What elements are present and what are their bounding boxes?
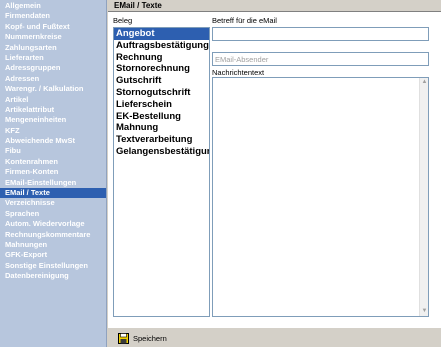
beleg-list-item[interactable]: Rechnung [114, 52, 209, 64]
sidebar-item[interactable]: Zahlungsarten [0, 43, 106, 53]
sidebar-item[interactable]: Abweichende MwSt [0, 136, 106, 146]
betreff-label: Betreff für die eMail [212, 16, 277, 25]
absender-input[interactable] [212, 52, 429, 66]
beleg-list-item[interactable]: Gutschrift [114, 75, 209, 87]
sidebar-item[interactable]: Kontenrahmen [0, 157, 106, 167]
floppy-disk-icon [118, 332, 129, 344]
betreff-input[interactable] [212, 27, 429, 41]
beleg-list-item[interactable]: Gelangensbestätigung [114, 146, 209, 158]
nachricht-scrollbar[interactable]: ▲ ▼ [419, 78, 428, 316]
sidebar: Allgemein Firmendaten Kopf- und Fußtext Num… [0, 0, 107, 347]
sidebar-item[interactable]: GFK-Export [0, 250, 106, 260]
beleg-label: Beleg [113, 16, 133, 25]
beleg-list-item[interactable]: Mahnung [114, 122, 209, 134]
scroll-up-icon[interactable]: ▲ [420, 78, 429, 87]
sidebar-item[interactable]: Lieferarten [0, 53, 106, 63]
sidebar-item[interactable]: Rechnungskommentare [0, 230, 106, 240]
beleg-list-item[interactable]: Stornorechnung [114, 63, 209, 75]
sidebar-item[interactable]: Warengr. / Kalkulation [0, 84, 106, 94]
sidebar-item[interactable]: Sprachen [0, 209, 106, 219]
sidebar-item[interactable]: Artikelattribut [0, 105, 106, 115]
sidebar-item[interactable]: KFZ [0, 126, 106, 136]
sidebar-item[interactable]: Allgemein [0, 1, 106, 11]
sidebar-item[interactable]: Kopf- und Fußtext [0, 22, 106, 32]
footer-bar: Speichern [108, 327, 441, 347]
beleg-list-item[interactable]: Angebot [114, 28, 209, 40]
sidebar-item[interactable]: EMail-Einstellungen [0, 178, 106, 188]
beleg-listbox[interactable]: Angebot Auftragsbestätigung Rechnung Storno… [113, 27, 210, 317]
sidebar-item[interactable]: Artikel [0, 95, 106, 105]
sidebar-item[interactable]: Autom. Wiedervorlage [0, 219, 106, 229]
sidebar-item[interactable]: Firmendaten [0, 11, 106, 21]
sidebar-item[interactable]: Mahnungen [0, 240, 106, 250]
nachricht-textarea[interactable] [212, 77, 429, 317]
save-button[interactable]: Speichern [118, 331, 167, 345]
beleg-list-item[interactable]: EK-Bestellung [114, 111, 209, 123]
sidebar-item[interactable]: Mengeneinheiten [0, 115, 106, 125]
beleg-list-item[interactable]: Lieferschein [114, 99, 209, 111]
sidebar-item[interactable]: Adressen [0, 74, 106, 84]
sidebar-item[interactable]: Firmen-Konten [0, 167, 106, 177]
save-button-label: Speichern [133, 333, 167, 343]
page-title: EMail / Texte [108, 0, 441, 12]
sidebar-item[interactable]: Verzeichnisse [0, 198, 106, 208]
beleg-list-item[interactable]: Stornogutschrift [114, 87, 209, 99]
nachricht-label: Nachrichtentext [212, 68, 265, 77]
sidebar-item[interactable]: Adressgruppen [0, 63, 106, 73]
scroll-down-icon[interactable]: ▼ [420, 307, 429, 316]
beleg-list-item[interactable]: Textverarbeitung [114, 134, 209, 146]
main-panel: EMail / Texte Beleg Angebot Auftragsbestä… [108, 0, 441, 347]
sidebar-item[interactable]: EMail / Texte [0, 188, 106, 199]
beleg-list-item[interactable]: Auftragsbestätigung [114, 40, 209, 52]
sidebar-item[interactable]: Sonstige Einstellungen [0, 261, 106, 271]
sidebar-item[interactable]: Nummernkreise [0, 32, 106, 42]
sidebar-item[interactable]: Datenbereinigung [0, 271, 106, 281]
sidebar-item[interactable]: Fibu [0, 146, 106, 156]
